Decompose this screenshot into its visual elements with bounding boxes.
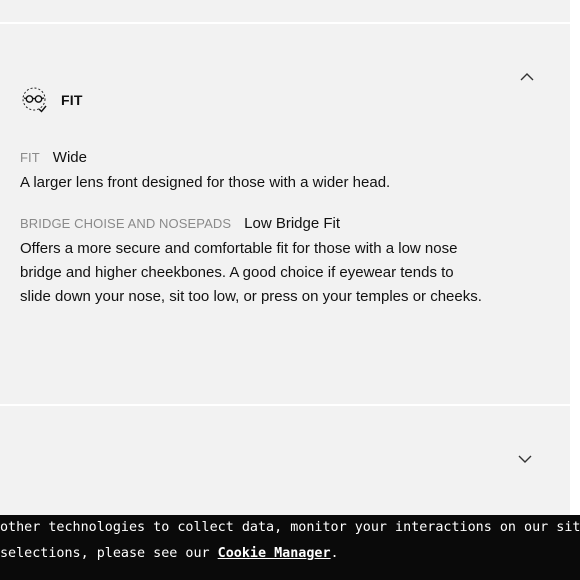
previous-accordion-panel (0, 0, 570, 24)
cookie-banner: other technologies to collect data, moni… (0, 515, 580, 580)
product-details-page: FIT FIT Wide A larger lens front designe… (0, 0, 580, 580)
cookie-banner-text-suffix: . (330, 546, 339, 561)
fit-attribute-value: Wide (52, 149, 87, 166)
bridge-attribute-label: BRIDGE CHOISE AND NOSEPADS (20, 216, 232, 231)
fit-section-title: FIT (61, 92, 83, 108)
fit-section-header: FIT (22, 86, 83, 114)
next-accordion-panel[interactable] (0, 406, 570, 516)
cookie-manager-link[interactable]: Cookie Manager (218, 546, 331, 561)
cookie-banner-text-line-1: other technologies to collect data, moni… (0, 520, 580, 535)
scrollbar[interactable] (570, 0, 580, 515)
chevron-up-icon[interactable] (520, 70, 534, 84)
fit-attribute-description: A larger lens front designed for those w… (20, 174, 391, 191)
bridge-attribute-value: Low Bridge Fit (244, 215, 341, 232)
bridge-description-line-1: Offers a more secure and comfortable fit… (20, 240, 458, 257)
bridge-attribute: BRIDGE CHOISE AND NOSEPADS Low Bridge Fi… (20, 215, 560, 309)
cookie-banner-text-prefix: selections, please see our (0, 546, 218, 561)
fit-attribute: FIT Wide A larger lens front designed fo… (20, 149, 560, 195)
bridge-description-line-3: slide down your nose, sit too low, or pr… (20, 288, 482, 305)
chevron-down-icon[interactable] (518, 452, 532, 466)
glasses-face-icon (22, 86, 48, 114)
fit-attribute-label: FIT (20, 150, 40, 165)
cookie-banner-text-line-2: selections, please see our Cookie Manage… (0, 543, 339, 564)
bridge-description-line-2: bridge and higher cheekbones. A good cho… (20, 264, 454, 281)
